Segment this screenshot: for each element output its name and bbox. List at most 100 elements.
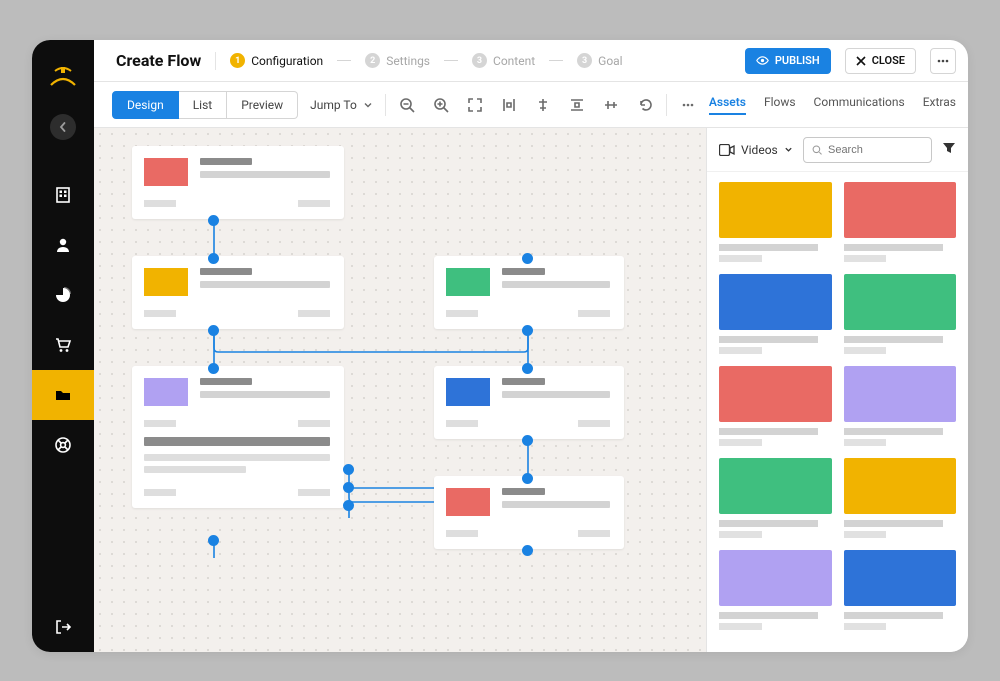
asset-card[interactable] [719, 182, 832, 262]
header: Create Flow 1 Configuration 2 Settings 3… [94, 40, 968, 82]
node-port[interactable] [208, 215, 219, 226]
step-configuration[interactable]: 1 Configuration [230, 53, 323, 68]
asset-thumb [719, 182, 832, 238]
asset-thumb [844, 274, 957, 330]
node-thumb [144, 268, 188, 296]
sidebar-item-user[interactable] [32, 220, 94, 270]
canvas[interactable] [94, 128, 706, 652]
tab-communications[interactable]: Communications [814, 95, 905, 115]
asset-card[interactable] [719, 550, 832, 630]
sidebar-item-folder[interactable] [32, 370, 94, 420]
filter-button[interactable] [942, 140, 956, 159]
asset-thumb [719, 550, 832, 606]
node-thumb [144, 378, 188, 406]
asset-thumb [719, 274, 832, 330]
eye-icon [756, 54, 769, 67]
asset-card[interactable] [719, 458, 832, 538]
toolbar-more-button[interactable] [679, 96, 697, 114]
node-port[interactable] [522, 435, 533, 446]
canvas-tools [398, 96, 654, 114]
asset-thumb [844, 366, 957, 422]
asset-search[interactable] [803, 137, 932, 163]
flow-node[interactable] [434, 256, 624, 329]
zoom-in-button[interactable] [432, 96, 450, 114]
tab-flows[interactable]: Flows [764, 95, 796, 115]
asset-type-dropdown[interactable]: Videos [719, 143, 793, 157]
asset-thumb [844, 550, 957, 606]
sidebar-item-building[interactable] [32, 170, 94, 220]
sidebar-item-logout[interactable] [32, 602, 94, 652]
search-input[interactable] [828, 144, 923, 156]
align-middle-button[interactable] [602, 96, 620, 114]
node-port[interactable] [522, 253, 533, 264]
flow-node[interactable] [434, 476, 624, 549]
tab-extras[interactable]: Extras [923, 95, 956, 115]
flow-node[interactable] [132, 256, 344, 329]
panel-tabs: Assets Flows Communications Extras [709, 95, 956, 115]
close-icon [856, 56, 866, 66]
view-toggle: Design List Preview [112, 91, 298, 119]
node-port[interactable] [522, 363, 533, 374]
node-port[interactable] [208, 535, 219, 546]
step-content[interactable]: 3 Content [472, 53, 535, 68]
asset-card[interactable] [844, 550, 957, 630]
publish-button[interactable]: PUBLISH [745, 48, 831, 74]
step-settings[interactable]: 2 Settings [365, 53, 430, 68]
view-preview[interactable]: Preview [227, 91, 298, 119]
distribute-h-button[interactable] [500, 96, 518, 114]
flow-node[interactable] [434, 366, 624, 439]
toolbar: Design List Preview Jump To [94, 82, 968, 128]
node-port[interactable] [208, 325, 219, 336]
sidebar-item-cart[interactable] [32, 320, 94, 370]
asset-thumb [844, 458, 957, 514]
logo [32, 40, 94, 114]
asset-card[interactable] [719, 366, 832, 446]
flow-node[interactable] [132, 146, 344, 219]
node-port[interactable] [343, 482, 354, 493]
cart-icon [54, 336, 72, 354]
node-port[interactable] [522, 473, 533, 484]
back-button[interactable] [50, 114, 76, 140]
node-thumb [144, 158, 188, 186]
assets-panel: Videos [706, 128, 968, 652]
page-title: Create Flow [116, 51, 201, 70]
close-button[interactable]: CLOSE [845, 48, 916, 74]
tab-assets[interactable]: Assets [709, 95, 746, 115]
fullscreen-button[interactable] [466, 96, 484, 114]
align-center-button[interactable] [534, 96, 552, 114]
building-icon [54, 186, 72, 204]
assets-grid [707, 172, 968, 652]
asset-card[interactable] [844, 182, 957, 262]
logo-icon [49, 67, 77, 87]
asset-card[interactable] [844, 458, 957, 538]
asset-card[interactable] [844, 366, 957, 446]
node-port[interactable] [343, 464, 354, 475]
asset-card[interactable] [719, 274, 832, 354]
node-port[interactable] [208, 363, 219, 374]
node-port[interactable] [208, 253, 219, 264]
step-goal[interactable]: 3 Goal [577, 53, 622, 68]
sidebar-item-help[interactable] [32, 420, 94, 470]
distribute-v-button[interactable] [568, 96, 586, 114]
undo-button[interactable] [636, 96, 654, 114]
asset-card[interactable] [844, 274, 957, 354]
jump-to-dropdown[interactable]: Jump To [310, 98, 373, 112]
node-port[interactable] [522, 325, 533, 336]
view-design[interactable]: Design [112, 91, 179, 119]
asset-thumb [719, 458, 832, 514]
zoom-out-button[interactable] [398, 96, 416, 114]
asset-thumb [719, 366, 832, 422]
node-thumb [446, 268, 490, 296]
chevron-down-icon [363, 100, 373, 110]
workspace: Videos [94, 128, 968, 652]
node-port[interactable] [343, 500, 354, 511]
view-list[interactable]: List [179, 91, 228, 119]
user-icon [54, 236, 72, 254]
sidebar-item-analytics[interactable] [32, 270, 94, 320]
asset-thumb [844, 182, 957, 238]
node-port[interactable] [522, 545, 533, 556]
flow-node[interactable] [132, 366, 344, 508]
search-icon [812, 144, 822, 156]
folder-icon [54, 386, 72, 404]
more-button[interactable] [930, 48, 956, 74]
